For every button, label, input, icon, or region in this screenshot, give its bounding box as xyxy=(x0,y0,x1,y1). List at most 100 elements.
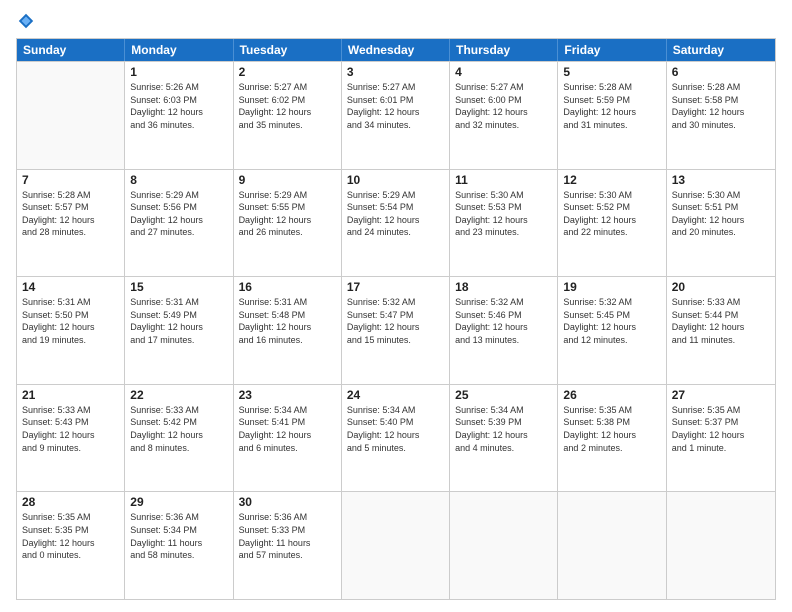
calendar-cell: 8 Sunrise: 5:29 AM Sunset: 5:56 PM Daylig… xyxy=(125,170,233,277)
day-number: 6 xyxy=(672,65,770,79)
cell-info: Sunrise: 5:34 AM Sunset: 5:40 PM Dayligh… xyxy=(347,404,444,454)
day-number: 18 xyxy=(455,280,552,294)
calendar-cell: 26Sunrise: 5:35 AM Sunset: 5:38 PM Dayli… xyxy=(558,385,666,492)
calendar-row-1: 7Sunrise: 5:28 AM Sunset: 5:57 PM Daylig… xyxy=(17,169,775,277)
calendar-cell: 9Sunrise: 5:29 AM Sunset: 5:55 PM Daylig… xyxy=(234,170,342,277)
calendar-cell: 20Sunrise: 5:33 AM Sunset: 5:44 PM Dayli… xyxy=(667,277,775,384)
cell-info: Sunrise: 5:35 AM Sunset: 5:35 PM Dayligh… xyxy=(22,511,119,561)
calendar-row-4: 28 Sunrise: 5:35 AM Sunset: 5:35 PM Dayli… xyxy=(17,491,775,599)
calendar-cell: 1Sunrise: 5:26 AM Sunset: 6:03 PM Daylig… xyxy=(125,62,233,169)
day-number: 19 xyxy=(563,280,660,294)
calendar-cell: 30 Sunrise: 5:36 AM Sunset: 5:33 PM Dayli… xyxy=(234,492,342,599)
cell-info: Sunrise: 5:30 AM Sunset: 5:52 PM Dayligh… xyxy=(563,189,660,239)
cell-info: Sunrise: 5:32 AM Sunset: 5:47 PM Dayligh… xyxy=(347,296,444,346)
cell-info: Sunrise: 5:31 AM Sunset: 5:50 PM Dayligh… xyxy=(22,296,119,346)
day-number: 23 xyxy=(239,388,336,402)
cell-info: Sunrise: 5:32 AM Sunset: 5:45 PM Dayligh… xyxy=(563,296,660,346)
weekday-header-thursday: Thursday xyxy=(450,39,558,61)
calendar-cell xyxy=(17,62,125,169)
calendar-cell: 28 Sunrise: 5:35 AM Sunset: 5:35 PM Dayli… xyxy=(17,492,125,599)
weekday-header-friday: Friday xyxy=(558,39,666,61)
cell-info: Sunrise: 5:26 AM Sunset: 6:03 PM Dayligh… xyxy=(130,81,227,131)
cell-info: Sunrise: 5:33 AM Sunset: 5:44 PM Dayligh… xyxy=(672,296,770,346)
cell-info: Sunrise: 5:29 AM Sunset: 5:54 PM Dayligh… xyxy=(347,189,444,239)
calendar-cell: 25 Sunrise: 5:34 AM Sunset: 5:39 PM Dayli… xyxy=(450,385,558,492)
cell-info: Sunrise: 5:28 AM Sunset: 5:59 PM Dayligh… xyxy=(563,81,660,131)
calendar-cell: 12 Sunrise: 5:30 AM Sunset: 5:52 PM Dayli… xyxy=(558,170,666,277)
day-number: 12 xyxy=(563,173,660,187)
day-number: 22 xyxy=(130,388,227,402)
calendar-cell: 4 Sunrise: 5:27 AM Sunset: 6:00 PM Daylig… xyxy=(450,62,558,169)
weekday-header-sunday: Sunday xyxy=(17,39,125,61)
calendar-header: SundayMondayTuesdayWednesdayThursdayFrid… xyxy=(17,39,775,61)
day-number: 27 xyxy=(672,388,770,402)
calendar-cell: 5 Sunrise: 5:28 AM Sunset: 5:59 PM Daylig… xyxy=(558,62,666,169)
day-number: 30 xyxy=(239,495,336,509)
calendar-cell xyxy=(342,492,450,599)
day-number: 14 xyxy=(22,280,119,294)
cell-info: Sunrise: 5:28 AM Sunset: 5:57 PM Dayligh… xyxy=(22,189,119,239)
calendar-cell: 27 Sunrise: 5:35 AM Sunset: 5:37 PM Dayli… xyxy=(667,385,775,492)
calendar-cell xyxy=(667,492,775,599)
day-number: 5 xyxy=(563,65,660,79)
calendar-cell: 15 Sunrise: 5:31 AM Sunset: 5:49 PM Dayli… xyxy=(125,277,233,384)
calendar-cell: 13 Sunrise: 5:30 AM Sunset: 5:51 PM Dayli… xyxy=(667,170,775,277)
cell-info: Sunrise: 5:33 AM Sunset: 5:42 PM Dayligh… xyxy=(130,404,227,454)
calendar-cell xyxy=(450,492,558,599)
calendar-cell: 18 Sunrise: 5:32 AM Sunset: 5:46 PM Dayli… xyxy=(450,277,558,384)
calendar-cell xyxy=(558,492,666,599)
calendar-cell: 10 Sunrise: 5:29 AM Sunset: 5:54 PM Dayli… xyxy=(342,170,450,277)
day-number: 21 xyxy=(22,388,119,402)
day-number: 4 xyxy=(455,65,552,79)
weekday-header-saturday: Saturday xyxy=(667,39,775,61)
cell-info: Sunrise: 5:34 AM Sunset: 5:39 PM Dayligh… xyxy=(455,404,552,454)
cell-info: Sunrise: 5:27 AM Sunset: 6:00 PM Dayligh… xyxy=(455,81,552,131)
cell-info: Sunrise: 5:29 AM Sunset: 5:56 PM Dayligh… xyxy=(130,189,227,239)
calendar-cell: 29 Sunrise: 5:36 AM Sunset: 5:34 PM Dayli… xyxy=(125,492,233,599)
cell-info: Sunrise: 5:31 AM Sunset: 5:49 PM Dayligh… xyxy=(130,296,227,346)
cell-info: Sunrise: 5:30 AM Sunset: 5:51 PM Dayligh… xyxy=(672,189,770,239)
calendar-cell: 3 Sunrise: 5:27 AM Sunset: 6:01 PM Daylig… xyxy=(342,62,450,169)
day-number: 9 xyxy=(239,173,336,187)
logo-icon xyxy=(17,12,35,30)
header xyxy=(16,12,776,30)
cell-info: Sunrise: 5:35 AM Sunset: 5:37 PM Dayligh… xyxy=(672,404,770,454)
day-number: 29 xyxy=(130,495,227,509)
day-number: 25 xyxy=(455,388,552,402)
logo xyxy=(16,12,35,30)
cell-info: Sunrise: 5:35 AM Sunset: 5:38 PM Dayligh… xyxy=(563,404,660,454)
weekday-header-tuesday: Tuesday xyxy=(234,39,342,61)
page: SundayMondayTuesdayWednesdayThursdayFrid… xyxy=(0,0,792,612)
cell-info: Sunrise: 5:32 AM Sunset: 5:46 PM Dayligh… xyxy=(455,296,552,346)
day-number: 16 xyxy=(239,280,336,294)
cell-info: Sunrise: 5:31 AM Sunset: 5:48 PM Dayligh… xyxy=(239,296,336,346)
cell-info: Sunrise: 5:36 AM Sunset: 5:34 PM Dayligh… xyxy=(130,511,227,561)
calendar-cell: 17Sunrise: 5:32 AM Sunset: 5:47 PM Dayli… xyxy=(342,277,450,384)
calendar-cell: 2 Sunrise: 5:27 AM Sunset: 6:02 PM Daylig… xyxy=(234,62,342,169)
calendar-cell: 14 Sunrise: 5:31 AM Sunset: 5:50 PM Dayli… xyxy=(17,277,125,384)
weekday-header-monday: Monday xyxy=(125,39,233,61)
calendar-cell: 7Sunrise: 5:28 AM Sunset: 5:57 PM Daylig… xyxy=(17,170,125,277)
calendar-cell: 11Sunrise: 5:30 AM Sunset: 5:53 PM Dayli… xyxy=(450,170,558,277)
cell-info: Sunrise: 5:27 AM Sunset: 6:01 PM Dayligh… xyxy=(347,81,444,131)
day-number: 10 xyxy=(347,173,444,187)
calendar-cell: 16 Sunrise: 5:31 AM Sunset: 5:48 PM Dayli… xyxy=(234,277,342,384)
day-number: 13 xyxy=(672,173,770,187)
calendar-row-0: 1Sunrise: 5:26 AM Sunset: 6:03 PM Daylig… xyxy=(17,61,775,169)
calendar-row-2: 14 Sunrise: 5:31 AM Sunset: 5:50 PM Dayli… xyxy=(17,276,775,384)
day-number: 28 xyxy=(22,495,119,509)
cell-info: Sunrise: 5:27 AM Sunset: 6:02 PM Dayligh… xyxy=(239,81,336,131)
calendar-cell: 24Sunrise: 5:34 AM Sunset: 5:40 PM Dayli… xyxy=(342,385,450,492)
day-number: 15 xyxy=(130,280,227,294)
weekday-header-wednesday: Wednesday xyxy=(342,39,450,61)
day-number: 3 xyxy=(347,65,444,79)
calendar: SundayMondayTuesdayWednesdayThursdayFrid… xyxy=(16,38,776,600)
calendar-cell: 19 Sunrise: 5:32 AM Sunset: 5:45 PM Dayli… xyxy=(558,277,666,384)
cell-info: Sunrise: 5:34 AM Sunset: 5:41 PM Dayligh… xyxy=(239,404,336,454)
cell-info: Sunrise: 5:30 AM Sunset: 5:53 PM Dayligh… xyxy=(455,189,552,239)
day-number: 8 xyxy=(130,173,227,187)
day-number: 2 xyxy=(239,65,336,79)
calendar-body: 1Sunrise: 5:26 AM Sunset: 6:03 PM Daylig… xyxy=(17,61,775,599)
cell-info: Sunrise: 5:36 AM Sunset: 5:33 PM Dayligh… xyxy=(239,511,336,561)
cell-info: Sunrise: 5:28 AM Sunset: 5:58 PM Dayligh… xyxy=(672,81,770,131)
